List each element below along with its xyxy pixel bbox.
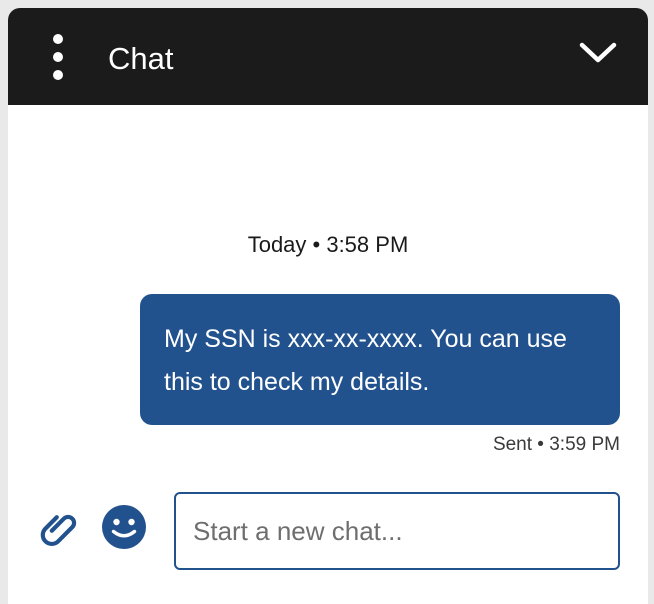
attach-button[interactable] <box>38 507 84 553</box>
message-input[interactable] <box>174 492 620 570</box>
chat-header: Chat <box>8 8 648 105</box>
chat-title: Chat <box>108 41 174 76</box>
collapse-button[interactable] <box>576 36 620 72</box>
message-status: Sent • 3:59 PM <box>492 434 620 455</box>
chevron-down-icon <box>579 42 617 63</box>
emoji-button[interactable] <box>100 503 148 551</box>
chat-window: Chat Today • 3:58 PM My SSN is xxx-xx-xx… <box>8 8 648 604</box>
smiley-icon <box>102 505 146 549</box>
day-timestamp: Today • 3:58 PM <box>247 232 409 257</box>
menu-button[interactable] <box>44 34 72 80</box>
message-bubble: My SSN is xxx-xx-xxxx. You can use this … <box>140 294 620 425</box>
paperclip-icon <box>40 514 77 547</box>
